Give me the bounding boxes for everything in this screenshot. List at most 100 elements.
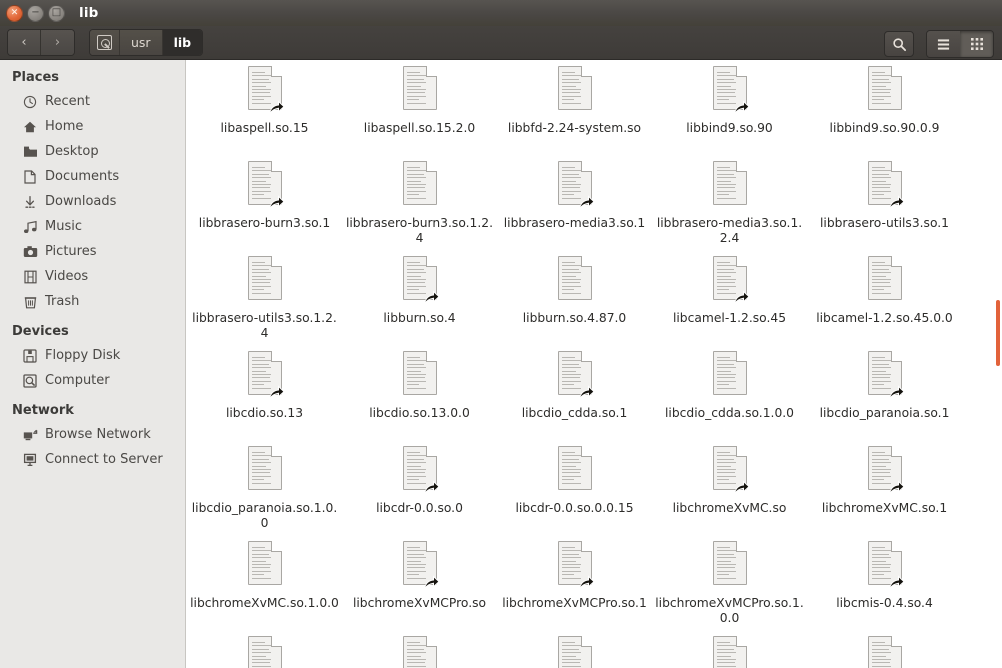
- document-lines: [716, 357, 743, 393]
- breadcrumb-item-computer[interactable]: [90, 30, 120, 55]
- file-name-label: libbrasero-burn3.so.1.2.4: [345, 216, 494, 245]
- file-item[interactable]: libcdio_paranoia.so.1.0.0: [187, 440, 342, 535]
- file-item[interactable]: libcmis-c-0.4.: [497, 630, 652, 668]
- list-view-button[interactable]: [927, 31, 960, 57]
- sidebar-item-recent[interactable]: Recent: [0, 89, 185, 114]
- file-item[interactable]: libbrasero-media3.so.1.2.4: [652, 155, 807, 250]
- close-button[interactable]: ✕: [6, 4, 23, 22]
- sidebar-item-browse-network[interactable]: Browse Network: [0, 422, 185, 447]
- file-item[interactable]: libaspell.so.15.2.0: [342, 60, 497, 155]
- file-item[interactable]: libburn.so.4: [342, 250, 497, 345]
- sidebar-item-computer[interactable]: Computer: [0, 368, 185, 393]
- file-item[interactable]: libchromeXvMCPro.so: [342, 535, 497, 630]
- film-icon: [22, 269, 38, 285]
- navigation-buttons: ‹ ›: [7, 29, 75, 56]
- sidebar-item-desktop[interactable]: Desktop: [0, 139, 185, 164]
- back-button[interactable]: ‹: [8, 30, 41, 55]
- sidebar-item-trash[interactable]: Trash: [0, 289, 185, 314]
- file-item[interactable]: libcompizconfig.: [807, 630, 962, 668]
- file-item[interactable]: libbind9.so.90: [652, 60, 807, 155]
- toolbar: ‹ › usr lib: [0, 26, 1002, 60]
- file-name-label: libaspell.so.15.2.0: [363, 121, 476, 135]
- file-item[interactable]: libbrasero-burn3.so.1: [187, 155, 342, 250]
- file-icon: [396, 446, 444, 498]
- file-item[interactable]: libburn.so.4.87.0: [497, 250, 652, 345]
- toolbar-right-buttons: [884, 30, 994, 58]
- minimize-button[interactable]: −: [27, 4, 44, 22]
- sidebar-item-documents[interactable]: Documents: [0, 164, 185, 189]
- sidebar-item-downloads[interactable]: Downloads: [0, 189, 185, 214]
- document-lines: [251, 547, 278, 583]
- document-lines: [716, 167, 743, 203]
- sidebar-item-home[interactable]: Home: [0, 114, 185, 139]
- file-icon: [861, 161, 909, 213]
- file-item[interactable]: libchromeXvMCPro.so.1.0.0: [652, 535, 807, 630]
- symlink-arrow-icon: [423, 480, 440, 495]
- file-grid: libaspell.so.15 libaspell.so.15.2.0 libbfd…: [187, 60, 1002, 668]
- file-item[interactable]: libcamel-1.2.so.45.0.0: [807, 250, 962, 345]
- titlebar: ✕ − □ lib: [0, 0, 1002, 26]
- sidebar-item-videos[interactable]: Videos: [0, 264, 185, 289]
- file-icon: [241, 161, 289, 213]
- file-item[interactable]: libbrasero-burn3.so.1.2.4: [342, 155, 497, 250]
- symlink-arrow-icon: [423, 575, 440, 590]
- sidebar-item-music[interactable]: Music: [0, 214, 185, 239]
- floppy-disk-icon: [22, 348, 38, 364]
- search-button[interactable]: [884, 31, 914, 57]
- file-item[interactable]: libcdio_cdda.so.1.0.0: [652, 345, 807, 440]
- file-item[interactable]: libcdr-0.0.so.0: [342, 440, 497, 535]
- document-lines: [406, 167, 433, 203]
- file-name-label: libaspell.so.15: [220, 121, 309, 135]
- camera-icon: [22, 244, 38, 260]
- sidebar-item-floppy-disk[interactable]: Floppy Disk: [0, 343, 185, 368]
- network-icon: [22, 427, 38, 443]
- symlink-arrow-icon: [268, 195, 285, 210]
- file-item[interactable]: libcdio_cdda.so.1: [497, 345, 652, 440]
- file-item[interactable]: libchromeXvMC.so.1.0.0: [187, 535, 342, 630]
- file-icon: [241, 256, 289, 308]
- file-name-label: libchromeXvMCPro.so.1.0.0: [655, 596, 804, 625]
- file-item[interactable]: libcmis-0.4.so.4: [807, 535, 962, 630]
- document-lines: [871, 642, 898, 668]
- file-item[interactable]: libcamel-1.2.so.45: [652, 250, 807, 345]
- file-item[interactable]: libcdr-0.0.so.0.0.15: [497, 440, 652, 535]
- file-item[interactable]: libchromeXvMCPro.so.1: [497, 535, 652, 630]
- file-item[interactable]: libchromeXvMC.so: [652, 440, 807, 535]
- sidebar-heading-devices: Devices: [12, 324, 69, 339]
- breadcrumb-item-usr[interactable]: usr: [120, 30, 163, 55]
- breadcrumb-item-lib[interactable]: lib: [162, 30, 203, 55]
- file-item[interactable]: libcmis-c-0.4.so.4: [342, 630, 497, 668]
- scrollbar-thumb[interactable]: [996, 300, 1000, 366]
- file-item[interactable]: libaspell.so.15: [187, 60, 342, 155]
- sidebar-item-pictures[interactable]: Pictures: [0, 239, 185, 264]
- download-arrow-icon: [22, 194, 38, 210]
- file-grid-area[interactable]: libaspell.so.15 libaspell.so.15.2.0 libbfd…: [187, 60, 1002, 668]
- file-name-label: libcdio_paranoia.so.1: [819, 406, 950, 420]
- file-item[interactable]: libcompizconfig.: [652, 630, 807, 668]
- file-item[interactable]: libbind9.so.90.0.9: [807, 60, 962, 155]
- file-item[interactable]: libcmis-0.4.so.4.0.1: [187, 630, 342, 668]
- computer-icon: [22, 373, 38, 389]
- file-item[interactable]: libbfd-2.24-system.so: [497, 60, 652, 155]
- file-grid-row: libbrasero-utils3.so.1.2.4 libburn.so.4 li…: [187, 250, 1002, 345]
- maximize-button[interactable]: □: [48, 4, 65, 22]
- vertical-scrollbar[interactable]: [989, 60, 1002, 668]
- sidebar[interactable]: Places Recent Home Desktop Documents Dow…: [0, 60, 186, 668]
- file-item[interactable]: libcdio_paranoia.so.1: [807, 345, 962, 440]
- sidebar-item-connect-to-server[interactable]: Connect to Server: [0, 447, 185, 472]
- file-item[interactable]: libbrasero-utils3.so.1.2.4: [187, 250, 342, 345]
- grid-view-button[interactable]: [960, 31, 993, 57]
- file-item[interactable]: libcdio.so.13: [187, 345, 342, 440]
- document-lines: [406, 72, 433, 108]
- symlink-arrow-icon: [268, 100, 285, 115]
- document-icon: [22, 169, 38, 185]
- forward-button[interactable]: ›: [41, 30, 74, 55]
- sidebar-item-label: Videos: [45, 269, 89, 284]
- sidebar-item-label: Computer: [45, 373, 110, 388]
- file-item[interactable]: libbrasero-utils3.so.1: [807, 155, 962, 250]
- document-lines: [251, 452, 278, 488]
- file-item[interactable]: libchromeXvMC.so.1: [807, 440, 962, 535]
- file-item[interactable]: libcdio.so.13.0.0: [342, 345, 497, 440]
- file-item[interactable]: libbrasero-media3.so.1: [497, 155, 652, 250]
- document-lines: [871, 72, 898, 108]
